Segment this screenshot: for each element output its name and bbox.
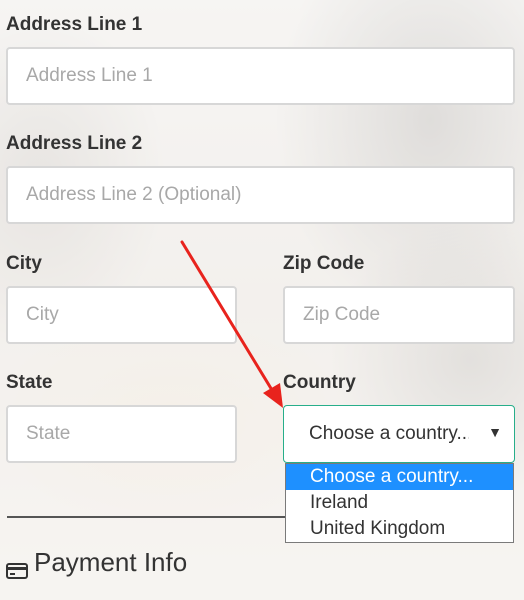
annotation-arrow-icon bbox=[180, 240, 283, 408]
